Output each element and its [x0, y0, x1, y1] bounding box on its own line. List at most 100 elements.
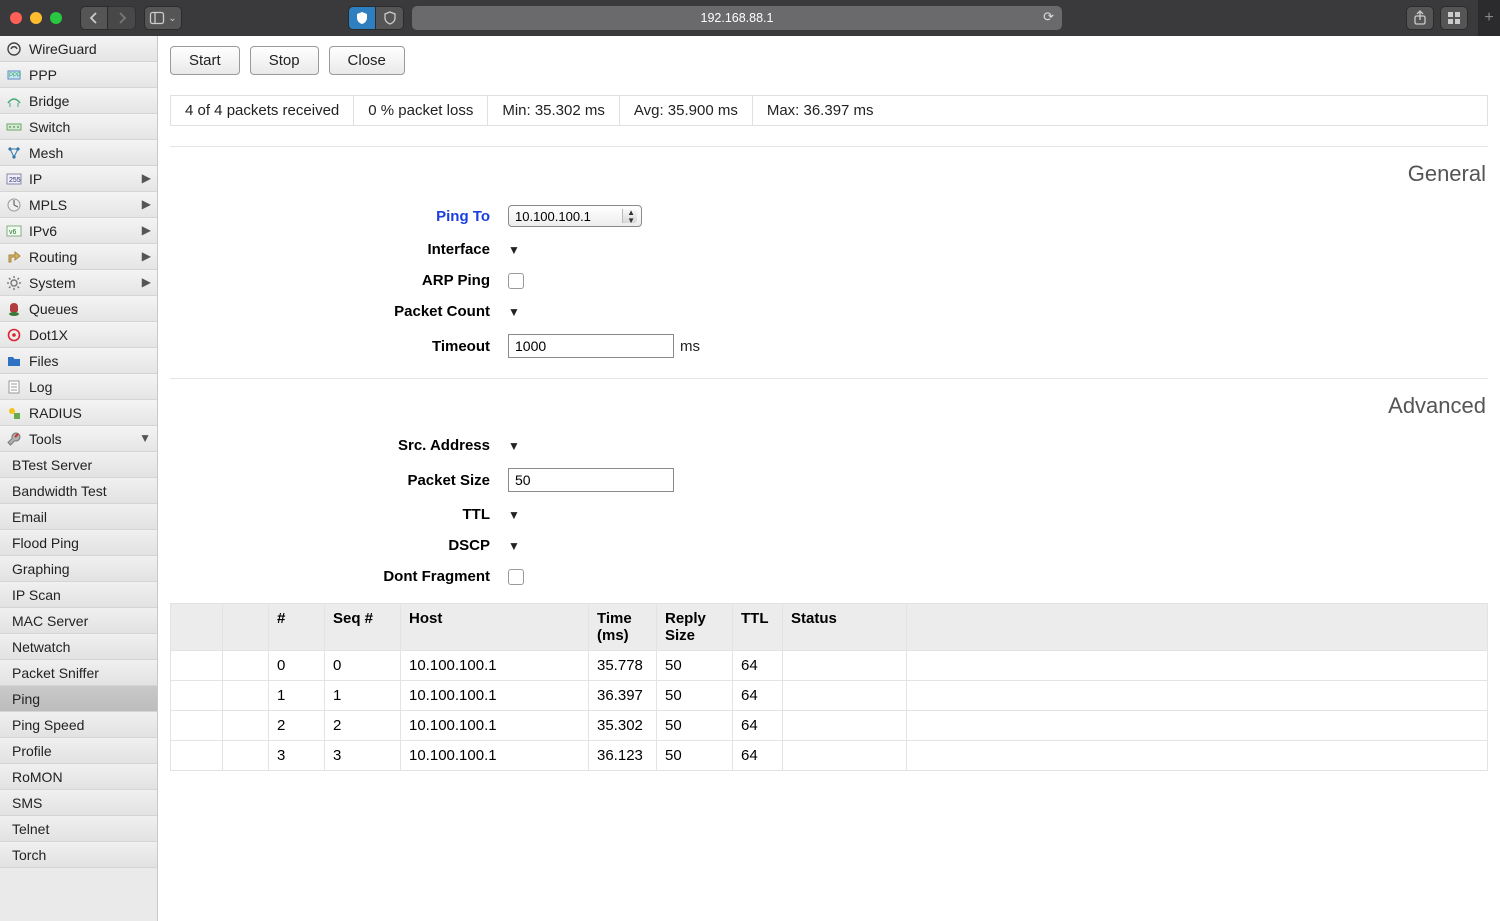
forward-button[interactable] — [108, 6, 136, 30]
reload-icon[interactable]: ⟳ — [1043, 9, 1054, 25]
sidebar-subitem-mac-server[interactable]: MAC Server — [0, 608, 157, 634]
share-button[interactable] — [1406, 6, 1434, 30]
sidebar-subitem-flood-ping[interactable]: Flood Ping — [0, 530, 157, 556]
sidebar-item-bridge[interactable]: Bridge — [0, 88, 157, 114]
radius-icon — [6, 405, 22, 421]
cell-host: 10.100.100.1 — [401, 681, 589, 711]
timeout-input[interactable] — [508, 334, 674, 358]
sidebar-subitem-netwatch[interactable]: Netwatch — [0, 634, 157, 660]
system-icon — [6, 275, 22, 291]
col-status[interactable]: Status — [783, 604, 907, 651]
sidebar-item-dot1x[interactable]: Dot1X — [0, 322, 157, 348]
sidebar-item-label: Tools — [29, 431, 62, 447]
packet-count-expand-icon[interactable]: ▼ — [508, 305, 520, 319]
privacy-shield-button[interactable] — [348, 6, 376, 30]
sidebar-subitem-sms[interactable]: SMS — [0, 790, 157, 816]
sidebar-item-wireguard[interactable]: WireGuard — [0, 36, 157, 62]
tabs-overview-button[interactable] — [1440, 6, 1468, 30]
start-button[interactable]: Start — [170, 46, 240, 75]
col-reply[interactable]: Reply Size — [657, 604, 733, 651]
sidebar-item-routing[interactable]: Routing▶ — [0, 244, 157, 270]
sidebar-item-label: Flood Ping — [12, 535, 79, 551]
sidebar-item-switch[interactable]: Switch — [0, 114, 157, 140]
col-ttl[interactable]: TTL — [733, 604, 783, 651]
sidebar-subitem-email[interactable]: Email — [0, 504, 157, 530]
close-window-icon[interactable] — [10, 12, 22, 24]
dscp-expand-icon[interactable]: ▼ — [508, 539, 520, 553]
sidebar-item-label: Ping Speed — [12, 717, 84, 733]
cell-seq: 1 — [325, 681, 401, 711]
sidebar-subitem-profile[interactable]: Profile — [0, 738, 157, 764]
sidebar-item-files[interactable]: Files — [0, 348, 157, 374]
src-address-expand-icon[interactable]: ▼ — [508, 439, 520, 453]
tools-icon — [6, 431, 22, 447]
svg-text:v6: v6 — [9, 229, 17, 236]
table-row[interactable]: 1110.100.100.136.3975064 — [171, 681, 1488, 711]
col-num[interactable]: # — [269, 604, 325, 651]
cell-reply: 50 — [657, 681, 733, 711]
col-time[interactable]: Time (ms) — [589, 604, 657, 651]
close-button[interactable]: Close — [329, 46, 405, 75]
sidebar-item-ipv6[interactable]: v6IPv6▶ — [0, 218, 157, 244]
sidebar-subitem-torch[interactable]: Torch — [0, 842, 157, 868]
sidebar-item-log[interactable]: Log — [0, 374, 157, 400]
minimize-window-icon[interactable] — [30, 12, 42, 24]
sidebar-subitem-graphing[interactable]: Graphing — [0, 556, 157, 582]
col-host[interactable]: Host — [401, 604, 589, 651]
table-row[interactable]: 2210.100.100.135.3025064 — [171, 711, 1488, 741]
expand-icon: ▶ — [142, 197, 151, 211]
maximize-window-icon[interactable] — [50, 12, 62, 24]
address-bar[interactable]: 192.168.88.1 ⟳ — [412, 6, 1062, 30]
label-dont-fragment: Dont Fragment — [170, 568, 490, 585]
sidebar-subitem-bandwidth-test[interactable]: Bandwidth Test — [0, 478, 157, 504]
cell-seq: 2 — [325, 711, 401, 741]
label-ping-to[interactable]: Ping To — [170, 208, 490, 225]
sidebar-subitem-ip-scan[interactable]: IP Scan — [0, 582, 157, 608]
packet-size-input[interactable] — [508, 468, 674, 492]
ping-to-select[interactable]: 10.100.100.1 ▲▼ — [508, 205, 642, 227]
sidebar-subitem-romon[interactable]: RoMON — [0, 764, 157, 790]
sidebar-item-label: Graphing — [12, 561, 70, 577]
sidebar-item-label: BTest Server — [12, 457, 92, 473]
col-blank1[interactable] — [171, 604, 223, 651]
ttl-expand-icon[interactable]: ▼ — [508, 508, 520, 522]
sidebar-item-queues[interactable]: Queues — [0, 296, 157, 322]
sidebar-item-mesh[interactable]: Mesh — [0, 140, 157, 166]
col-blank2[interactable] — [223, 604, 269, 651]
results-header-row: # Seq # Host Time (ms) Reply Size TTL St… — [171, 604, 1488, 651]
files-icon — [6, 353, 22, 369]
cell-reply: 50 — [657, 711, 733, 741]
interface-expand-icon[interactable]: ▼ — [508, 243, 520, 257]
reader-button[interactable] — [376, 6, 404, 30]
sidebar-item-label: Netwatch — [12, 639, 70, 655]
table-row[interactable]: 0010.100.100.135.7785064 — [171, 651, 1488, 681]
sidebar-item-label: Queues — [29, 301, 78, 317]
sidebar-subitem-ping-speed[interactable]: Ping Speed — [0, 712, 157, 738]
new-tab-button[interactable]: + — [1478, 0, 1500, 36]
cell-reply: 50 — [657, 741, 733, 771]
cell-num: 2 — [269, 711, 325, 741]
arp-ping-checkbox[interactable] — [508, 273, 524, 289]
dont-fragment-checkbox[interactable] — [508, 569, 524, 585]
sidebar-item-tools[interactable]: Tools▼ — [0, 426, 157, 452]
sidebar-item-system[interactable]: System▶ — [0, 270, 157, 296]
sidebar-subitem-btest-server[interactable]: BTest Server — [0, 452, 157, 478]
routing-icon — [6, 249, 22, 265]
sidebar-toggle-button[interactable]: ⌄ — [144, 6, 182, 30]
sidebar-item-radius[interactable]: RADIUS — [0, 400, 157, 426]
col-blank3[interactable] — [907, 604, 1488, 651]
sidebar-item-ip[interactable]: 255IP▶ — [0, 166, 157, 192]
stop-button[interactable]: Stop — [250, 46, 319, 75]
cell-time: 35.778 — [589, 651, 657, 681]
sidebar-item-label: Files — [29, 353, 59, 369]
table-row[interactable]: 3310.100.100.136.1235064 — [171, 741, 1488, 771]
sidebar-item-mpls[interactable]: MPLS▶ — [0, 192, 157, 218]
sidebar-subitem-packet-sniffer[interactable]: Packet Sniffer — [0, 660, 157, 686]
sidebar-item-ppp[interactable]: PPPPPP — [0, 62, 157, 88]
back-button[interactable] — [80, 6, 108, 30]
cell-ttl: 64 — [733, 711, 783, 741]
sidebar-subitem-telnet[interactable]: Telnet — [0, 816, 157, 842]
sidebar-subitem-ping[interactable]: Ping — [0, 686, 157, 712]
col-seq[interactable]: Seq # — [325, 604, 401, 651]
cell-time: 36.123 — [589, 741, 657, 771]
